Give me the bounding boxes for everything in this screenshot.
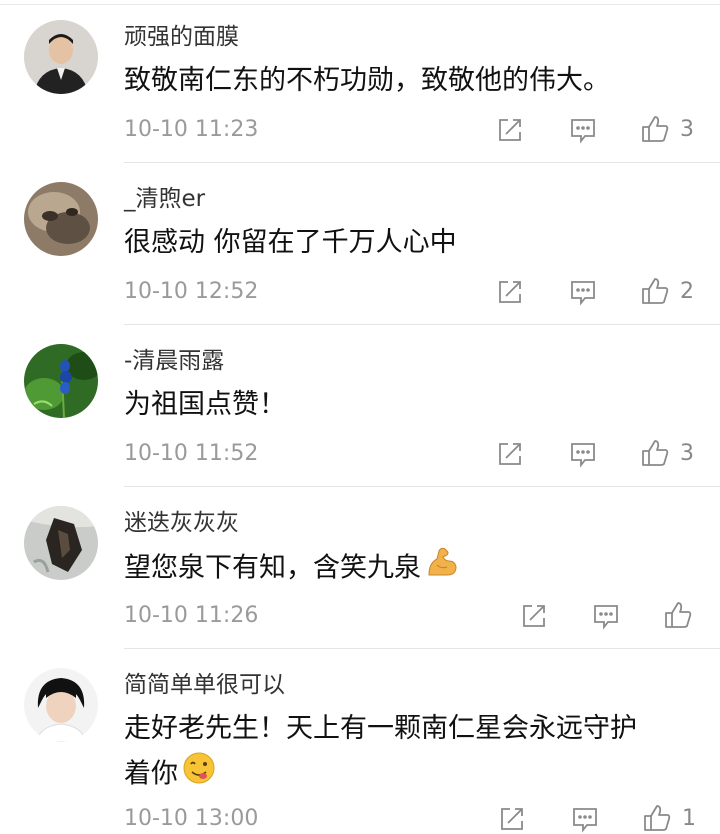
share-icon[interactable] xyxy=(519,601,549,631)
comment-icon[interactable] xyxy=(591,601,621,631)
comment-icon[interactable] xyxy=(570,804,600,834)
comment-text: 走好老先生！天上有一颗南仁星会永远守护 着你 xyxy=(124,707,684,799)
comment-text-line: 着你 xyxy=(124,751,684,799)
share-icon[interactable] xyxy=(497,804,527,834)
thumbs-up-icon[interactable] xyxy=(640,276,670,306)
avatar[interactable] xyxy=(24,182,98,256)
yum-face-emoji xyxy=(182,751,216,799)
comment-text-line-body: 着你 xyxy=(124,758,178,790)
thumbs-up-icon[interactable] xyxy=(663,600,693,630)
timestamp: 10-10 11:52 xyxy=(124,441,259,466)
thumbs-up-icon[interactable] xyxy=(640,438,670,468)
comment-text: 很感动 你留在了千万人心中 xyxy=(124,227,457,258)
timestamp: 10-10 13:00 xyxy=(124,806,259,831)
comment-text-body: 望您泉下有知，含笑九泉 xyxy=(124,552,421,584)
like-count: 3 xyxy=(680,441,694,466)
avatar[interactable] xyxy=(24,506,98,580)
avatar[interactable] xyxy=(24,20,98,94)
comment-text-line: 走好老先生！天上有一颗南仁星会永远守护 xyxy=(124,713,637,744)
thumbs-up-icon[interactable] xyxy=(640,114,670,144)
username[interactable]: -清晨雨露 xyxy=(124,346,224,376)
divider xyxy=(124,324,720,325)
username[interactable]: 简简单单很可以 xyxy=(124,670,285,700)
timestamp: 10-10 11:23 xyxy=(124,117,259,142)
like-count: 3 xyxy=(680,117,694,142)
timestamp: 10-10 12:52 xyxy=(124,279,259,304)
divider xyxy=(124,486,720,487)
comment-text: 望您泉下有知，含笑九泉 xyxy=(124,545,684,593)
divider xyxy=(124,162,720,163)
comment-text: 致敬南仁东的不朽功勋，致敬他的伟大。 xyxy=(124,65,610,96)
comment-text: 为祖国点赞！ xyxy=(124,389,286,420)
avatar[interactable] xyxy=(24,668,98,742)
thumbs-up-icon[interactable] xyxy=(642,803,672,833)
username[interactable]: _清煦er xyxy=(124,184,205,214)
comment-icon[interactable] xyxy=(568,277,598,307)
username[interactable]: 迷迭灰灰灰 xyxy=(124,508,239,538)
comment-icon[interactable] xyxy=(568,115,598,145)
username[interactable]: 顽强的面膜 xyxy=(124,22,239,52)
share-icon[interactable] xyxy=(495,277,525,307)
flexed-biceps-emoji xyxy=(425,545,459,593)
share-icon[interactable] xyxy=(495,439,525,469)
like-count: 2 xyxy=(680,279,694,304)
timestamp: 10-10 11:26 xyxy=(124,603,259,628)
divider xyxy=(124,648,720,649)
comment-icon[interactable] xyxy=(568,439,598,469)
share-icon[interactable] xyxy=(495,115,525,145)
avatar[interactable] xyxy=(24,344,98,418)
like-count: 1 xyxy=(682,806,696,831)
top-divider xyxy=(0,4,720,5)
